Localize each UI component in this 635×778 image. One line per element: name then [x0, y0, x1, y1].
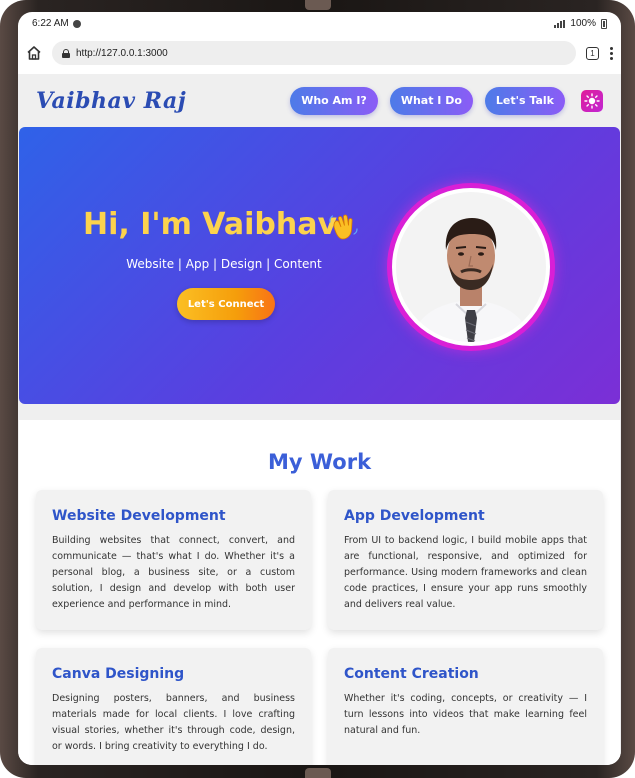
card-website-development: Website Development Building websites th… [36, 490, 311, 630]
status-bar: 6:22 AM 100% [18, 12, 621, 35]
card-app-development: App Development From UI to backend logic… [328, 490, 603, 630]
site-nav: Vaibhav Raj Who Am I? What I Do Let's Ta… [18, 74, 621, 127]
card-title: Content Creation [344, 666, 479, 682]
profile-photo [396, 192, 546, 342]
hinge-top [305, 0, 331, 10]
hero-section: Hi, I'm Vaibhav Website | App | Design |… [19, 127, 620, 404]
card-text: Designing posters, banners, and business… [52, 693, 295, 752]
hero-subtitle: Website | App | Design | Content [126, 257, 322, 271]
browser-toolbar: http://127.0.0.1:3000 1 [18, 35, 621, 71]
nav-what-i-do-button[interactable]: What I Do [389, 86, 473, 115]
wave-hand-icon [329, 214, 358, 240]
lock-icon [62, 48, 70, 58]
card-content-creation: Content Creation Whether it's coding, co… [328, 648, 603, 765]
nav-links: Who Am I? What I Do Let's Talk [290, 86, 603, 115]
card-title: Canva Designing [52, 666, 185, 682]
home-icon[interactable] [26, 45, 42, 61]
battery-icon [601, 18, 607, 29]
theme-toggle-button[interactable] [581, 89, 603, 112]
tabs-icon[interactable]: 1 [586, 46, 599, 60]
sun-icon [584, 92, 600, 109]
hinge-bottom [305, 768, 331, 778]
status-time: 6:22 AM [32, 18, 69, 29]
card-canva-designing: Canva Designing Designing posters, banne… [36, 648, 311, 765]
signal-icon [554, 19, 566, 28]
work-title: My Work [267, 450, 372, 474]
card-text: Whether it's coding, concepts, or creati… [344, 693, 587, 736]
screen: 6:22 AM 100% http://127.0.0.1:3000 1 Vai… [18, 12, 621, 765]
device-frame: 6:22 AM 100% http://127.0.0.1:3000 1 Vai… [0, 0, 635, 778]
card-title: App Development [344, 508, 485, 524]
notification-icon [72, 19, 81, 28]
avatar [387, 183, 555, 351]
url-text: http://127.0.0.1:3000 [76, 47, 168, 59]
card-title: Website Development [52, 508, 226, 524]
card-text: Building websites that connect, convert,… [52, 535, 295, 610]
web-page: Vaibhav Raj Who Am I? What I Do Let's Ta… [18, 74, 621, 765]
nav-who-am-i-button[interactable]: Who Am I? [290, 86, 378, 115]
battery-percent: 100% [570, 18, 596, 29]
menu-icon[interactable] [609, 46, 613, 60]
address-bar[interactable]: http://127.0.0.1:3000 [52, 41, 576, 65]
brand-logo[interactable]: Vaibhav Raj [36, 88, 186, 114]
hero-greeting: Hi, I'm Vaibhav [83, 207, 338, 242]
work-section: My Work Website Development Building web… [19, 420, 620, 765]
card-text: From UI to backend logic, I build mobile… [344, 535, 587, 610]
nav-lets-talk-button[interactable]: Let's Talk [484, 86, 565, 115]
lets-connect-button[interactable]: Let's Connect [177, 288, 275, 320]
